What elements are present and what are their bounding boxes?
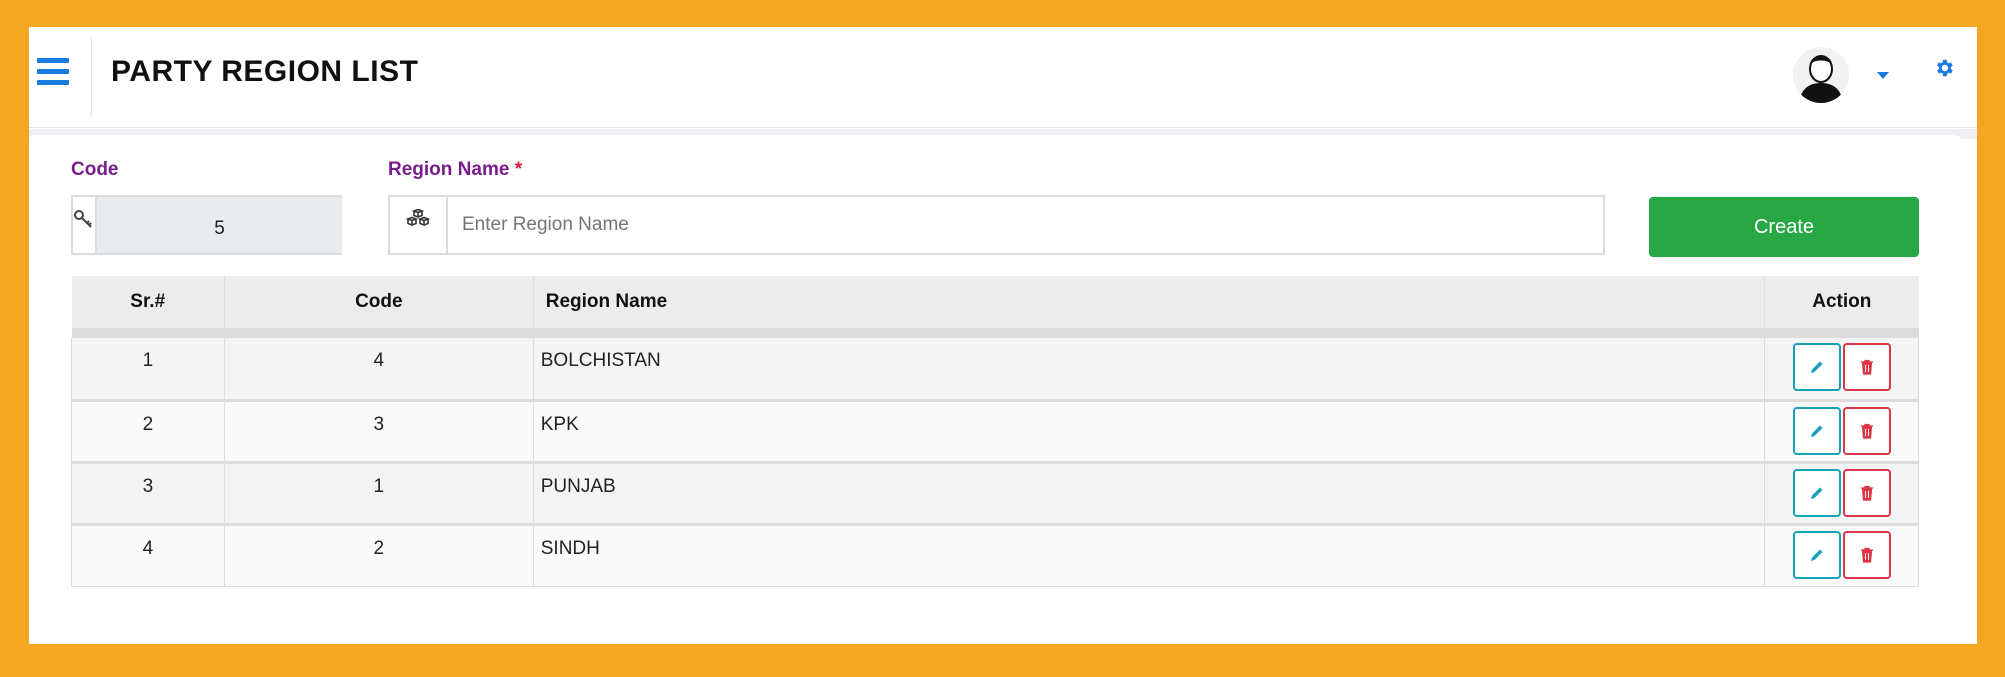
region-name-input[interactable]: [448, 197, 1603, 253]
page-title: PARTY REGION LIST: [111, 55, 419, 88]
edit-button[interactable]: [1792, 406, 1841, 455]
cell-code: 4: [223, 338, 534, 401]
cell-action: [1764, 522, 1919, 587]
table-header-separator: [71, 328, 1919, 338]
table-row: 1 4 BOLCHISTAN: [71, 338, 1919, 401]
pencil-icon: [1810, 487, 1823, 499]
cell-action: [1764, 338, 1919, 401]
trash-icon: [1860, 423, 1873, 439]
region-name-input-group: [388, 195, 1605, 255]
table-row: 2 3 KPK: [71, 398, 1919, 463]
cell-code: 2: [223, 522, 534, 587]
cell-sr: 1: [71, 338, 225, 401]
cubes-icon: [390, 197, 448, 253]
cell-code: 3: [223, 398, 534, 463]
trash-icon: [1860, 359, 1873, 375]
trash-icon: [1860, 547, 1873, 563]
column-header-sr[interactable]: Sr.#: [71, 276, 225, 328]
delete-button[interactable]: [1842, 343, 1891, 391]
code-input-group: [71, 195, 342, 255]
top-header: PARTY REGION LIST: [29, 27, 1977, 128]
edit-button[interactable]: [1792, 468, 1841, 517]
cell-sr: 2: [71, 398, 225, 463]
cell-region-name: PUNJAB: [532, 460, 1766, 525]
column-header-region-name[interactable]: Region Name: [533, 276, 1766, 328]
edit-button[interactable]: [1792, 343, 1841, 391]
user-avatar[interactable]: [1793, 47, 1849, 103]
column-header-code[interactable]: Code: [224, 276, 534, 328]
cell-code: 1: [223, 460, 534, 525]
delete-button[interactable]: [1842, 406, 1891, 455]
column-header-action: Action: [1764, 276, 1919, 328]
edit-button[interactable]: [1792, 530, 1841, 579]
create-button[interactable]: Create: [1649, 197, 1919, 257]
code-label: Code: [71, 159, 119, 180]
pencil-icon: [1810, 361, 1823, 373]
cell-region-name: SINDH: [532, 522, 1766, 587]
pencil-icon: [1810, 425, 1823, 437]
table-row: 4 2 SINDH: [71, 522, 1919, 587]
cell-sr: 4: [71, 522, 225, 587]
cell-action: [1764, 460, 1919, 525]
cell-region-name: BOLCHISTAN: [532, 338, 1766, 401]
cell-region-name: KPK: [532, 398, 1766, 463]
key-icon: [73, 197, 97, 253]
cell-sr: 3: [71, 460, 225, 525]
caret-down-icon[interactable]: [1877, 72, 1889, 79]
app-frame: PARTY REGION LIST Code Region Name: [29, 27, 1977, 644]
code-field: [97, 197, 342, 253]
header-divider: [91, 37, 92, 117]
trash-icon: [1860, 485, 1873, 501]
delete-button[interactable]: [1842, 530, 1891, 579]
table-row: 3 1 PUNJAB: [71, 460, 1919, 525]
region-name-label: Region Name *: [388, 159, 523, 180]
table-header-row: Sr.# Code Region Name Action: [71, 276, 1919, 328]
pencil-icon: [1810, 549, 1823, 561]
region-table: Sr.# Code Region Name Action 1 4 BOLCHIS…: [71, 276, 1919, 587]
user-avatar-icon: [1793, 47, 1849, 103]
delete-button[interactable]: [1842, 468, 1891, 517]
hamburger-icon[interactable]: [37, 58, 69, 86]
gear-icon[interactable]: [1933, 57, 1955, 79]
cell-action: [1764, 398, 1919, 463]
